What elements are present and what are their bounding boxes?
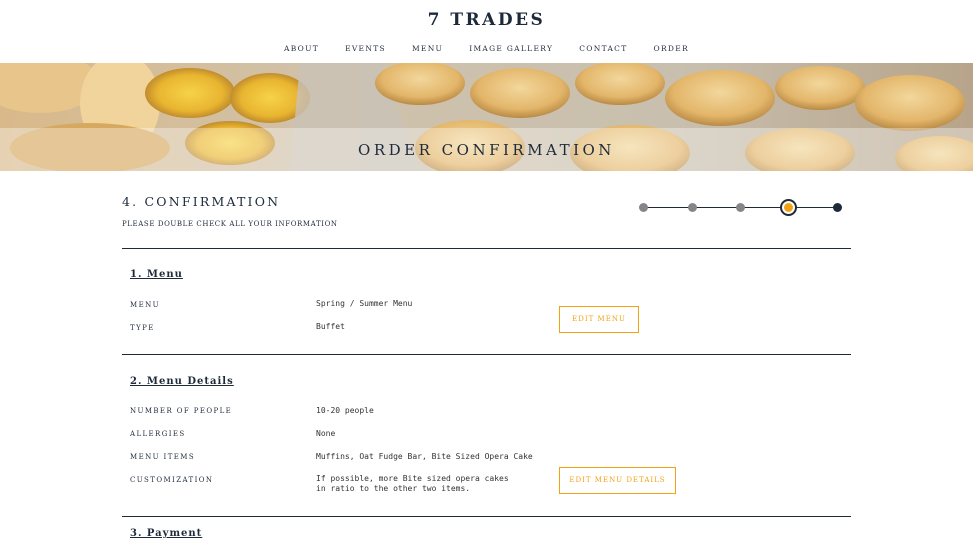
nav-menu[interactable]: MENU <box>412 44 443 53</box>
menu-section-title: 1. Menu <box>130 269 183 280</box>
allergies-label: ALLERGIES <box>130 430 186 438</box>
allergies-value: None <box>316 429 336 438</box>
page-title: ORDER CONFIRMATION <box>358 141 615 159</box>
menu-details-section-title: 2. Menu Details <box>130 376 234 387</box>
type-label: TYPE <box>130 324 155 332</box>
progress-step-3[interactable] <box>736 203 745 212</box>
edit-menu-button[interactable]: EDIT MENU <box>559 306 639 333</box>
site-header: 7 TRADES ABOUT EVENTS MENU IMAGE GALLERY CON… <box>0 0 973 63</box>
section-divider <box>122 248 851 249</box>
menu-label: MENU <box>130 301 160 309</box>
step-progress <box>635 198 845 218</box>
number-of-people-label: NUMBER OF PEOPLE <box>130 407 233 415</box>
edit-menu-details-button[interactable]: EDIT MENU DETAILS <box>559 467 676 494</box>
step-title: 4. CONFIRMATION <box>122 194 281 209</box>
customization-label: CUSTOMIZATION <box>130 476 214 484</box>
step-subtitle: PLEASE DOUBLE CHECK ALL YOUR INFORMATION <box>122 220 338 228</box>
menu-items-label: MENU ITEMS <box>130 453 196 461</box>
progress-step-5[interactable] <box>833 203 842 212</box>
menu-value: Spring / Summer Menu <box>316 299 413 308</box>
site-logo[interactable]: 7 TRADES <box>0 10 973 30</box>
nav-events[interactable]: EVENTS <box>345 44 386 53</box>
customization-value: If possible, more Bite sized opera cakes… <box>316 474 509 493</box>
progress-step-4-current[interactable] <box>780 199 797 216</box>
number-of-people-value: 10-20 people <box>316 406 374 415</box>
progress-step-2[interactable] <box>688 203 697 212</box>
nav-about[interactable]: ABOUT <box>284 44 319 53</box>
nav-order[interactable]: ORDER <box>654 44 689 53</box>
section-divider <box>122 354 851 355</box>
section-divider <box>122 516 851 517</box>
menu-items-value: Muffins, Oat Fudge Bar, Bite Sized Opera… <box>316 452 533 461</box>
type-value: Buffet <box>316 322 345 331</box>
main-nav: ABOUT EVENTS MENU IMAGE GALLERY CONTACT ORDER <box>0 44 973 53</box>
nav-image-gallery[interactable]: IMAGE GALLERY <box>469 44 553 53</box>
hero-banner: ORDER CONFIRMATION <box>0 63 973 171</box>
progress-step-1[interactable] <box>639 203 648 212</box>
nav-contact[interactable]: CONTACT <box>579 44 627 53</box>
